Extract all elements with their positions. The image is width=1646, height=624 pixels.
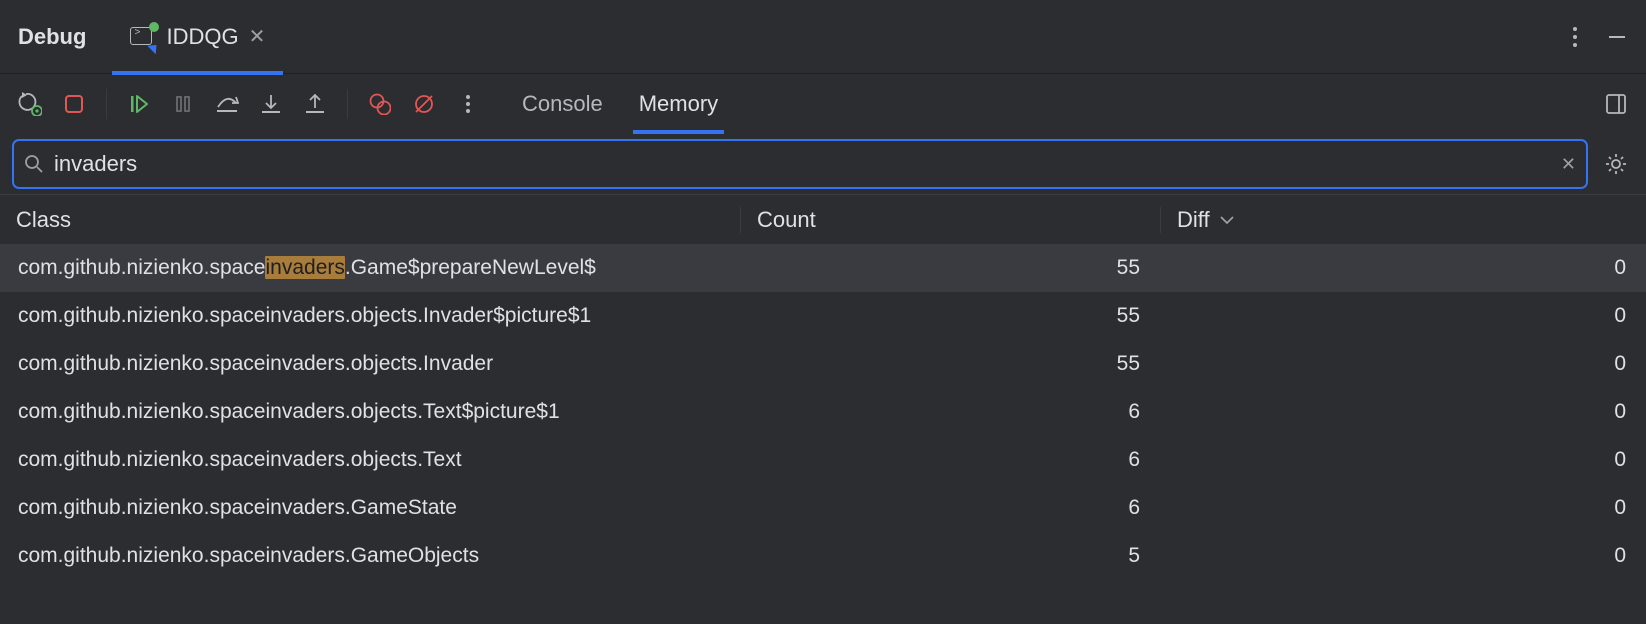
more-actions-button[interactable] [1558, 20, 1592, 54]
view-breakpoints-button[interactable] [362, 86, 398, 122]
stop-icon [63, 93, 85, 115]
kebab-icon [1572, 25, 1578, 49]
stop-button[interactable] [56, 86, 92, 122]
tool-window-title: Debug [12, 0, 104, 74]
diff-cell: 0 [1160, 352, 1646, 376]
class-name-cell: com.github.nizienko.spaceinvaders.GameSt… [0, 496, 740, 520]
count-cell: 6 [740, 496, 1160, 520]
step-into-icon [260, 93, 282, 115]
debug-views-tabs: Console Memory [522, 74, 718, 134]
diff-cell: 0 [1160, 496, 1646, 520]
column-header-diff-label: Diff [1177, 207, 1210, 233]
run-config-icon [130, 25, 156, 49]
run-config-tab[interactable]: IDDQG ✕ [112, 0, 283, 74]
diff-cell: 0 [1160, 304, 1646, 328]
run-config-name: IDDQG [166, 24, 238, 50]
column-header-diff[interactable]: Diff [1160, 207, 1646, 233]
class-filter-field[interactable]: ✕ [12, 139, 1588, 189]
count-cell: 5 [740, 544, 1160, 568]
close-tab-icon[interactable]: ✕ [249, 24, 266, 49]
step-over-button[interactable] [209, 86, 245, 122]
table-header: Class Count Diff [0, 194, 1646, 244]
minimize-icon [1607, 27, 1627, 47]
step-out-button[interactable] [297, 86, 333, 122]
tool-window-header: Debug IDDQG ✕ [0, 0, 1646, 74]
memory-settings-button[interactable] [1598, 146, 1634, 182]
count-cell: 55 [740, 256, 1160, 280]
pause-button[interactable] [165, 86, 201, 122]
table-row[interactable]: com.github.nizienko.spaceinvaders.GameOb… [0, 532, 1646, 580]
table-row[interactable]: com.github.nizienko.spaceinvaders.object… [0, 292, 1646, 340]
mute-breakpoints-icon [413, 93, 435, 115]
table-row[interactable]: com.github.nizienko.spaceinvaders.object… [0, 340, 1646, 388]
toolbar-more-button[interactable] [450, 86, 486, 122]
resume-icon [128, 93, 150, 115]
column-header-class[interactable]: Class [0, 207, 740, 233]
tab-memory[interactable]: Memory [639, 74, 718, 134]
tab-console[interactable]: Console [522, 74, 603, 134]
table-row[interactable]: com.github.nizienko.spaceinvaders.GameSt… [0, 484, 1646, 532]
class-name-cell: com.github.nizienko.spaceinvaders.object… [0, 352, 740, 376]
class-name-cell: com.github.nizienko.spaceinvaders.object… [0, 400, 740, 424]
layout-settings-button[interactable] [1598, 86, 1634, 122]
pause-icon [173, 94, 193, 114]
classes-table: Class Count Diff com.github.nizienko.spa… [0, 194, 1646, 624]
mute-breakpoints-button[interactable] [406, 86, 442, 122]
count-cell: 6 [740, 448, 1160, 472]
step-into-button[interactable] [253, 86, 289, 122]
count-cell: 6 [740, 400, 1160, 424]
class-name-cell: com.github.nizienko.spaceinvaders.Game$p… [0, 256, 740, 280]
step-out-icon [304, 93, 326, 115]
search-icon [24, 154, 44, 174]
class-name-cell: com.github.nizienko.spaceinvaders.object… [0, 304, 740, 328]
clear-search-icon[interactable]: ✕ [1561, 154, 1576, 175]
column-header-count[interactable]: Count [740, 207, 1160, 233]
rerun-button[interactable] [12, 86, 48, 122]
sort-desc-icon [1220, 215, 1234, 225]
count-cell: 55 [740, 352, 1160, 376]
table-row[interactable]: com.github.nizienko.spaceinvaders.object… [0, 388, 1646, 436]
diff-cell: 0 [1160, 448, 1646, 472]
breakpoints-icon [369, 93, 391, 115]
class-name-cell: com.github.nizienko.spaceinvaders.object… [0, 448, 740, 472]
kebab-icon [465, 93, 471, 115]
step-over-icon [215, 93, 239, 115]
memory-search-row: ✕ [0, 134, 1646, 194]
diff-cell: 0 [1160, 256, 1646, 280]
table-row[interactable]: com.github.nizienko.spaceinvaders.Game$p… [0, 244, 1646, 292]
debug-tool-window: Debug IDDQG ✕ [0, 0, 1646, 624]
gear-icon [1604, 152, 1628, 176]
layout-icon [1605, 93, 1627, 115]
debug-toolbar: Console Memory [0, 74, 1646, 134]
class-name-cell: com.github.nizienko.spaceinvaders.GameOb… [0, 544, 740, 568]
resume-button[interactable] [121, 86, 157, 122]
count-cell: 55 [740, 304, 1160, 328]
table-row[interactable]: com.github.nizienko.spaceinvaders.object… [0, 436, 1646, 484]
class-filter-input[interactable] [54, 151, 1551, 177]
diff-cell: 0 [1160, 400, 1646, 424]
rerun-icon [18, 92, 42, 116]
diff-cell: 0 [1160, 544, 1646, 568]
minimize-button[interactable] [1600, 20, 1634, 54]
table-body: com.github.nizienko.spaceinvaders.Game$p… [0, 244, 1646, 624]
